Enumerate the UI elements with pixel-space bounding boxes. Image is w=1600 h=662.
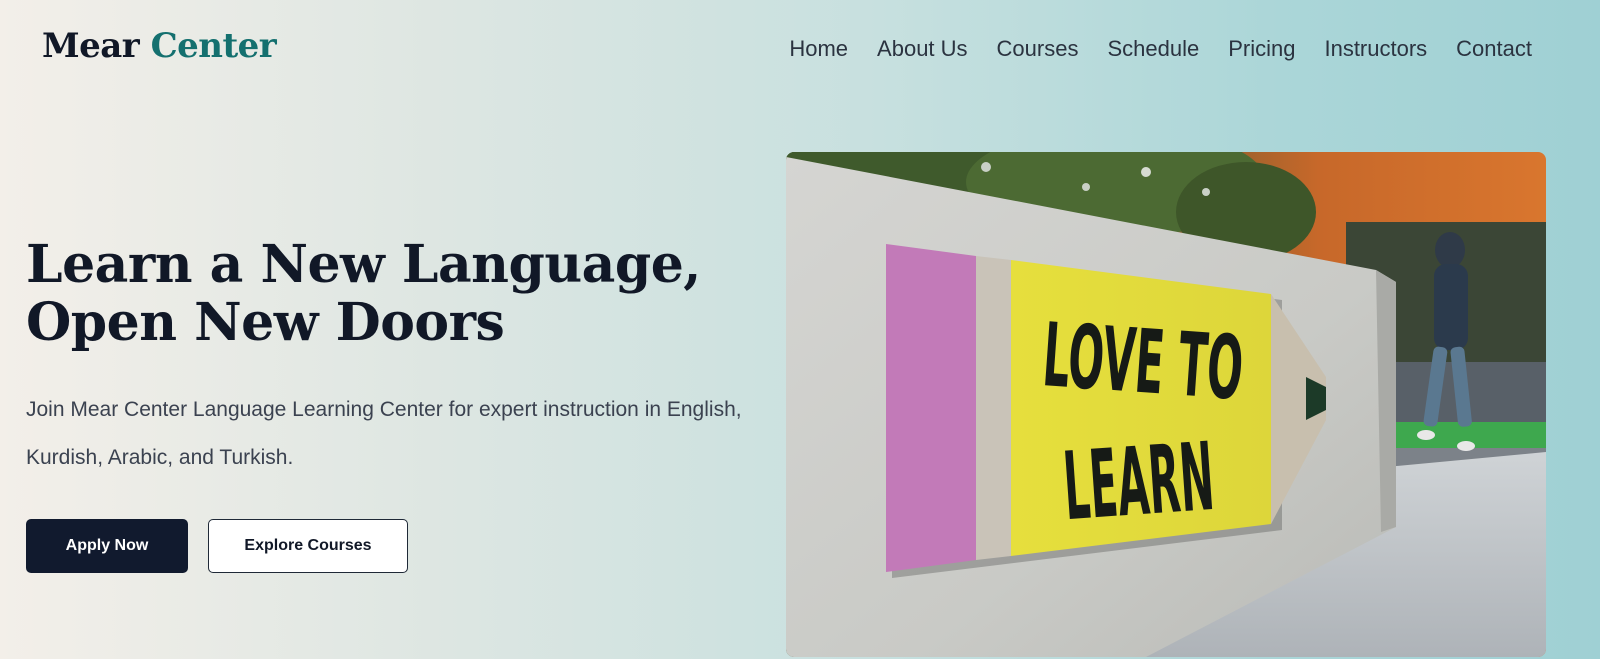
logo-part-2: Center [150, 26, 277, 66]
logo-part-1: Mear [42, 26, 140, 66]
nav-about-us[interactable]: About Us [877, 36, 968, 62]
nav-pricing[interactable]: Pricing [1228, 36, 1295, 62]
hero-title-line-1: Learn a New Language, [26, 234, 701, 295]
site-header: Mear Center Home About Us Courses Schedu… [0, 0, 1600, 100]
sign-line-1: LOVE TO [1040, 303, 1247, 420]
nav-home[interactable]: Home [789, 36, 848, 62]
nav-courses[interactable]: Courses [997, 36, 1079, 62]
explore-courses-button[interactable]: Explore Courses [208, 519, 408, 573]
logo[interactable]: Mear Center [42, 26, 277, 66]
hero-title-line-2: Open New Doors [26, 292, 505, 353]
hero-title: Learn a New Language, Open New Doors [26, 236, 756, 352]
apply-now-button[interactable]: Apply Now [26, 519, 188, 573]
nav-instructors[interactable]: Instructors [1324, 36, 1427, 62]
hero-buttons: Apply Now Explore Courses [26, 519, 408, 573]
nav-schedule[interactable]: Schedule [1107, 36, 1199, 62]
hero-image: LOVE TO LEARN [786, 152, 1546, 657]
hero-subtitle: Join Mear Center Language Learning Cente… [26, 398, 742, 469]
nav-contact[interactable]: Contact [1456, 36, 1532, 62]
sign-line-2: LEARN [1060, 423, 1217, 542]
main-nav: Home About Us Courses Schedule Pricing I… [789, 36, 1532, 62]
